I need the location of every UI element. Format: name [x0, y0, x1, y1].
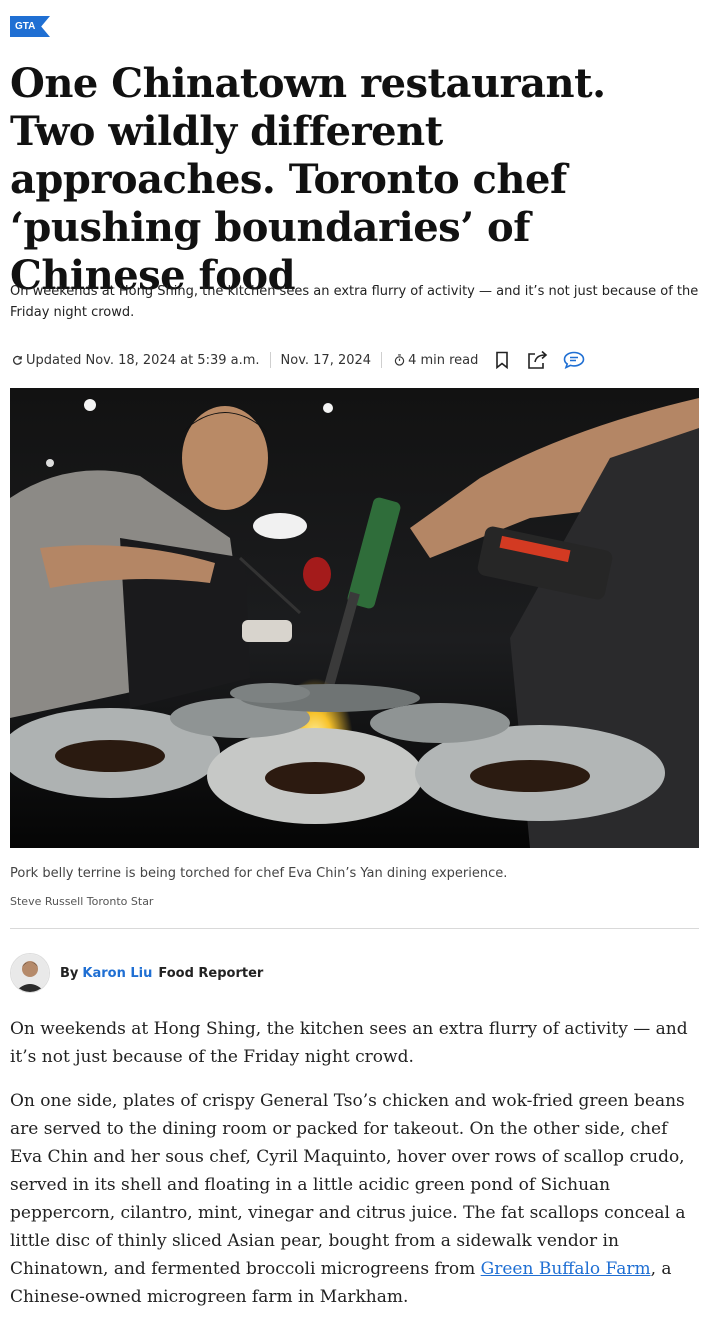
read-time: 4 min read: [408, 352, 479, 368]
article-page: GTA One Chinatown restaurant. Two wildly…: [0, 0, 708, 1316]
author-avatar[interactable]: [10, 953, 50, 993]
divider: [10, 928, 699, 929]
author-link[interactable]: Karon Liu: [82, 966, 152, 981]
refresh-icon: [10, 355, 24, 366]
byline-prefix: By: [60, 965, 79, 981]
timer-icon: [392, 354, 406, 366]
article-meta: Updated Nov. 18, 2024 at 5:39 a.m. Nov. …: [10, 346, 700, 374]
hero-photo[interactable]: [10, 388, 699, 848]
share-icon[interactable]: [526, 348, 550, 372]
comment-icon[interactable]: [562, 348, 586, 372]
paragraph: On weekends at Hong Shing, the kitchen s…: [10, 1019, 688, 1067]
article-headline: One Chinatown restaurant. Two wildly dif…: [10, 60, 606, 299]
byline: By Karon Liu Food Reporter: [10, 953, 263, 993]
meta-divider: [381, 352, 383, 368]
article-actions: [490, 348, 586, 372]
paragraph-text: On one side, plates of crispy General Ts…: [10, 1091, 686, 1279]
bookmark-icon[interactable]: [490, 348, 514, 372]
article-body: On weekends at Hong Shing, the kitchen s…: [10, 1015, 700, 1327]
meta-divider: [269, 352, 271, 368]
published-date: Nov. 17, 2024: [280, 352, 372, 368]
green-buffalo-farm-link[interactable]: Green Buffalo Farm: [481, 1259, 651, 1279]
paragraph: On one side, plates of crispy General Ts…: [10, 1087, 700, 1311]
author-role: Food Reporter: [158, 965, 264, 981]
photo-caption: Pork belly terrine is being torched for …: [10, 866, 508, 881]
section-tag[interactable]: GTA: [10, 16, 50, 37]
photo-credit: Steve Russell Toronto Star: [10, 895, 154, 908]
hero-photo-illustration: [10, 388, 699, 848]
article-dek: On weekends at Hong Shing, the kitchen s…: [10, 284, 699, 320]
updated-date: Updated Nov. 18, 2024 at 5:39 a.m.: [26, 352, 260, 368]
